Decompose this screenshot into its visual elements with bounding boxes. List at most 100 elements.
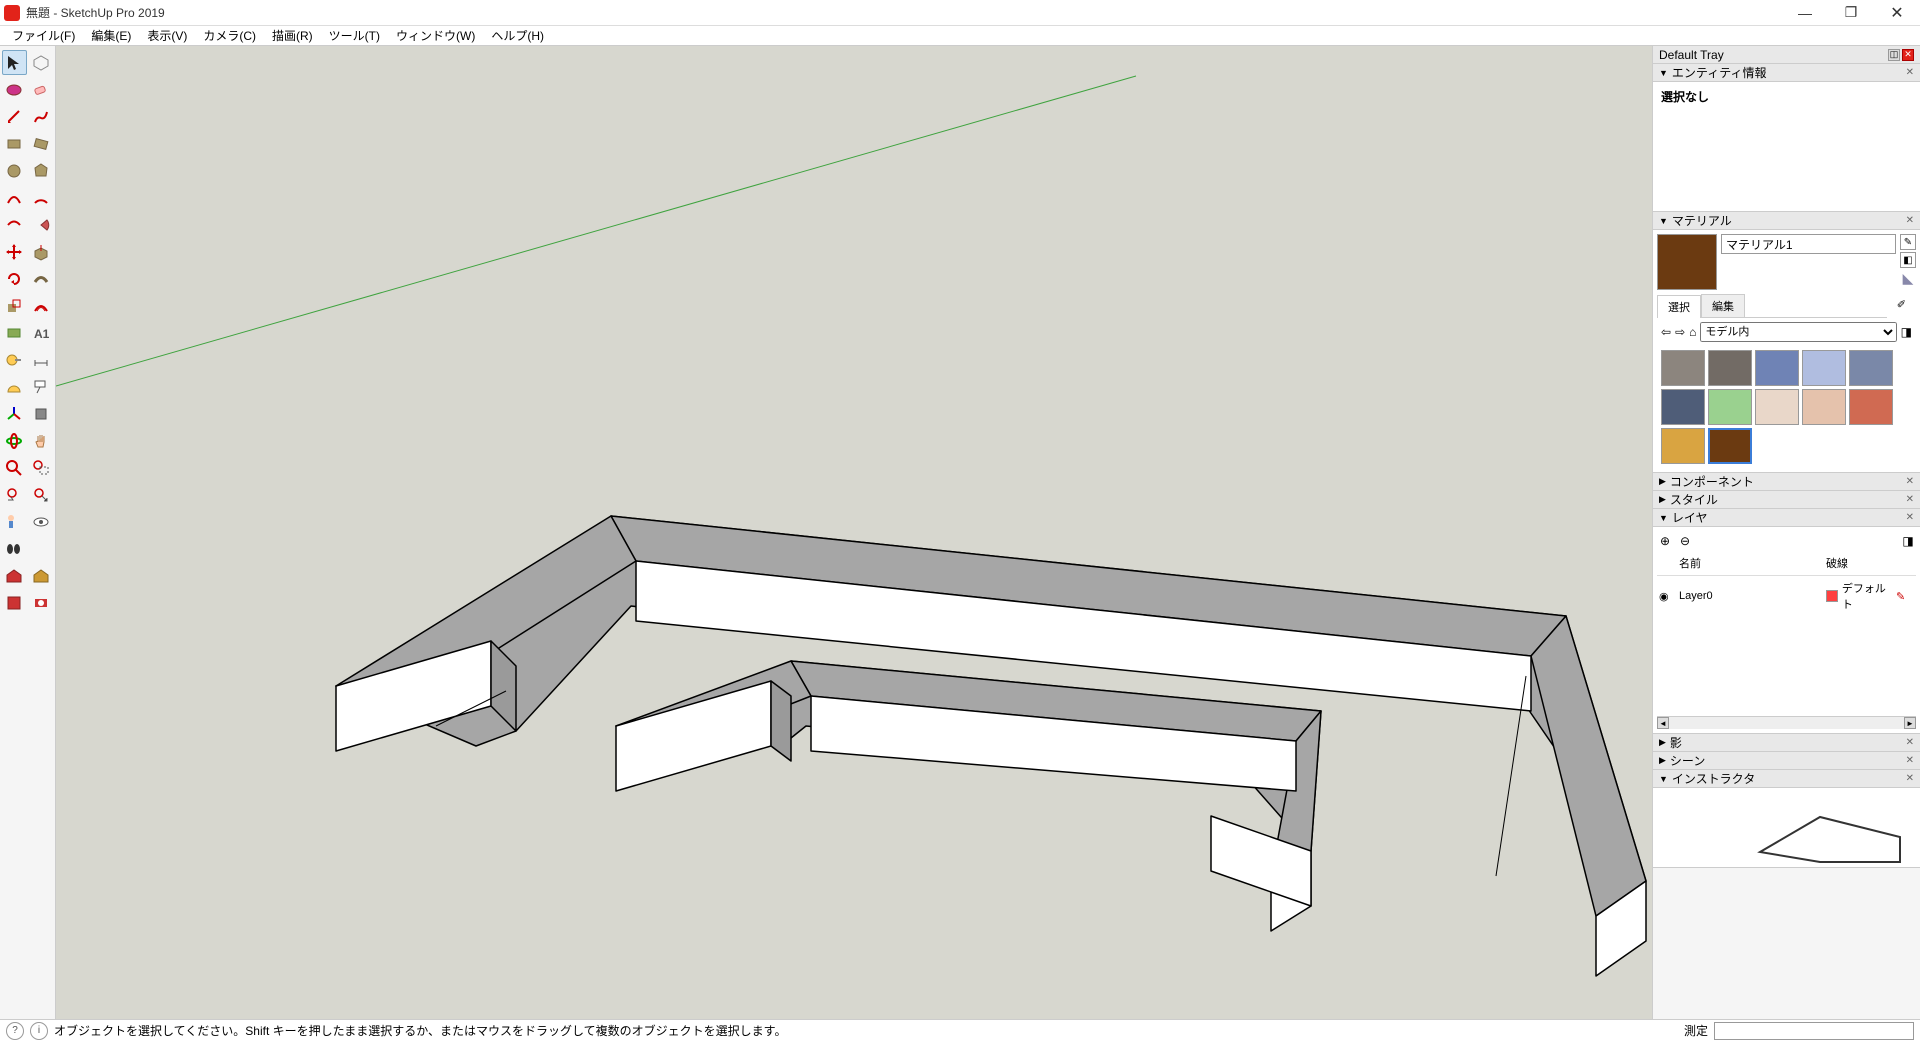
pushpull-tool[interactable] [29, 239, 54, 264]
minimize-button[interactable]: — [1782, 0, 1828, 26]
menu-view[interactable]: 表示(V) [139, 25, 195, 46]
layer-col-name[interactable]: 名前 [1679, 555, 1826, 571]
material-swatch[interactable] [1661, 350, 1705, 386]
tab-select[interactable]: 選択 [1657, 295, 1701, 318]
extension2-tool[interactable] [29, 590, 54, 615]
menu-tools[interactable]: ツール(T) [321, 25, 388, 46]
zoomprev-tool[interactable] [2, 482, 27, 507]
panel-close-icon[interactable]: ✕ [1906, 476, 1914, 487]
circle-tool[interactable] [2, 158, 27, 183]
position-tool[interactable] [2, 509, 27, 534]
panel-close-icon[interactable]: ✕ [1906, 755, 1914, 766]
material-name-input[interactable] [1721, 234, 1896, 254]
panel-close-icon[interactable]: ✕ [1906, 494, 1914, 505]
layer-color-swatch[interactable] [1826, 590, 1838, 602]
tray-pin-icon[interactable]: ◫ [1888, 49, 1900, 61]
menu-help[interactable]: ヘルプ(H) [483, 25, 552, 46]
material-create-icon[interactable]: ✎ [1900, 234, 1916, 250]
text3d-tool[interactable]: A1 [29, 320, 54, 345]
panel-layer[interactable]: ▼ レイヤ ✕ [1653, 509, 1920, 527]
panel-style[interactable]: ▶ スタイル ✕ [1653, 491, 1920, 509]
measurement-input[interactable] [1714, 1022, 1914, 1040]
rotate-tool[interactable] [2, 266, 27, 291]
orbit-tool[interactable] [2, 428, 27, 453]
warehouse2-tool[interactable] [29, 563, 54, 588]
layer-detail-icon[interactable]: ◨ [1900, 533, 1916, 549]
wireframe-tool[interactable] [29, 50, 54, 75]
material-swatch[interactable] [1849, 389, 1893, 425]
zoom-tool[interactable] [2, 455, 27, 480]
warehouse-tool[interactable] [2, 563, 27, 588]
followme-tool[interactable] [29, 266, 54, 291]
menu-camera[interactable]: カメラ(C) [195, 25, 264, 46]
material-swatch[interactable] [1708, 350, 1752, 386]
protractor-tool[interactable] [2, 374, 27, 399]
arc-tool[interactable] [2, 185, 27, 210]
panel-close-icon[interactable]: ✕ [1906, 773, 1914, 784]
zoomwindow-tool[interactable] [29, 455, 54, 480]
panel-close-icon[interactable]: ✕ [1906, 512, 1914, 523]
panel-component[interactable]: ▶ コンポーネント ✕ [1653, 473, 1920, 491]
info-icon[interactable]: i [30, 1022, 48, 1040]
rectangle-tool[interactable] [2, 131, 27, 156]
eyedropper-icon[interactable]: ✐ [1887, 295, 1916, 318]
material-swatch[interactable] [1708, 389, 1752, 425]
viewport[interactable] [56, 46, 1652, 1019]
zoomextents-tool[interactable] [29, 482, 54, 507]
panel-close-icon[interactable]: ✕ [1906, 737, 1914, 748]
menu-window[interactable]: ウィンドウ(W) [388, 25, 483, 46]
solid-tool[interactable] [2, 320, 27, 345]
material-swatch[interactable] [1661, 428, 1705, 464]
maximize-button[interactable]: ❐ [1828, 0, 1874, 26]
pie-tool[interactable] [29, 212, 54, 237]
menu-edit[interactable]: 編集(E) [83, 25, 139, 46]
layer-col-dash[interactable]: 破線 [1826, 555, 1896, 571]
menu-file[interactable]: ファイル(F) [4, 25, 83, 46]
paint-tool[interactable] [2, 77, 27, 102]
walk-tool[interactable] [2, 536, 27, 561]
material-swatch[interactable] [1849, 350, 1893, 386]
nav-home-icon[interactable]: ⌂ [1689, 325, 1696, 339]
nav-detail-icon[interactable]: ◨ [1901, 325, 1912, 339]
offset-tool[interactable] [29, 293, 54, 318]
polygon-tool[interactable] [29, 158, 54, 183]
close-button[interactable]: ✕ [1874, 0, 1920, 26]
material-swatch[interactable] [1755, 389, 1799, 425]
nav-back-icon[interactable]: ⇦ [1661, 325, 1671, 339]
layer-add-icon[interactable]: ⊕ [1657, 533, 1673, 549]
arc2-tool[interactable] [29, 185, 54, 210]
help-icon[interactable]: ? [6, 1022, 24, 1040]
eraser-tool[interactable] [29, 77, 54, 102]
material-swatch[interactable] [1708, 428, 1752, 464]
scale-tool[interactable] [2, 293, 27, 318]
move-tool[interactable] [2, 239, 27, 264]
extension-tool[interactable] [2, 590, 27, 615]
material-swatch[interactable] [1802, 350, 1846, 386]
panel-close-icon[interactable]: ✕ [1906, 67, 1914, 78]
lookaround-tool[interactable] [29, 509, 54, 534]
material-swatch[interactable] [1661, 389, 1705, 425]
layer-edit-icon[interactable]: ✎ [1896, 590, 1914, 603]
menu-draw[interactable]: 描画(R) [264, 25, 321, 46]
line-tool[interactable] [2, 104, 27, 129]
rotated-rect-tool[interactable] [29, 131, 54, 156]
material-default-icon[interactable]: ◧ [1900, 252, 1916, 268]
panel-shadow[interactable]: ▶ 影 ✕ [1653, 734, 1920, 752]
panel-instructor[interactable]: ▼ インストラクタ ✕ [1653, 770, 1920, 788]
material-swatch[interactable] [1802, 389, 1846, 425]
layer-name[interactable]: Layer0 [1679, 590, 1826, 602]
tab-edit[interactable]: 編集 [1701, 294, 1745, 317]
visibility-icon[interactable]: ◉ [1659, 590, 1679, 603]
pan-tool[interactable] [29, 428, 54, 453]
nav-forward-icon[interactable]: ⇨ [1675, 325, 1685, 339]
arc3-tool[interactable] [2, 212, 27, 237]
material-library-select[interactable]: モデル内 [1700, 322, 1896, 342]
layer-row[interactable]: ◉ Layer0 デフォルト ✎ [1657, 576, 1916, 616]
text-tool[interactable] [29, 374, 54, 399]
dimension-tool[interactable] [29, 347, 54, 372]
material-flip-icon[interactable]: ◣ [1900, 270, 1916, 286]
scroll-right-icon[interactable]: ► [1904, 717, 1916, 729]
tray-close-icon[interactable]: ✕ [1902, 49, 1914, 61]
panel-entity-info[interactable]: ▼ エンティティ情報 ✕ [1653, 64, 1920, 82]
panel-close-icon[interactable]: ✕ [1906, 215, 1914, 226]
